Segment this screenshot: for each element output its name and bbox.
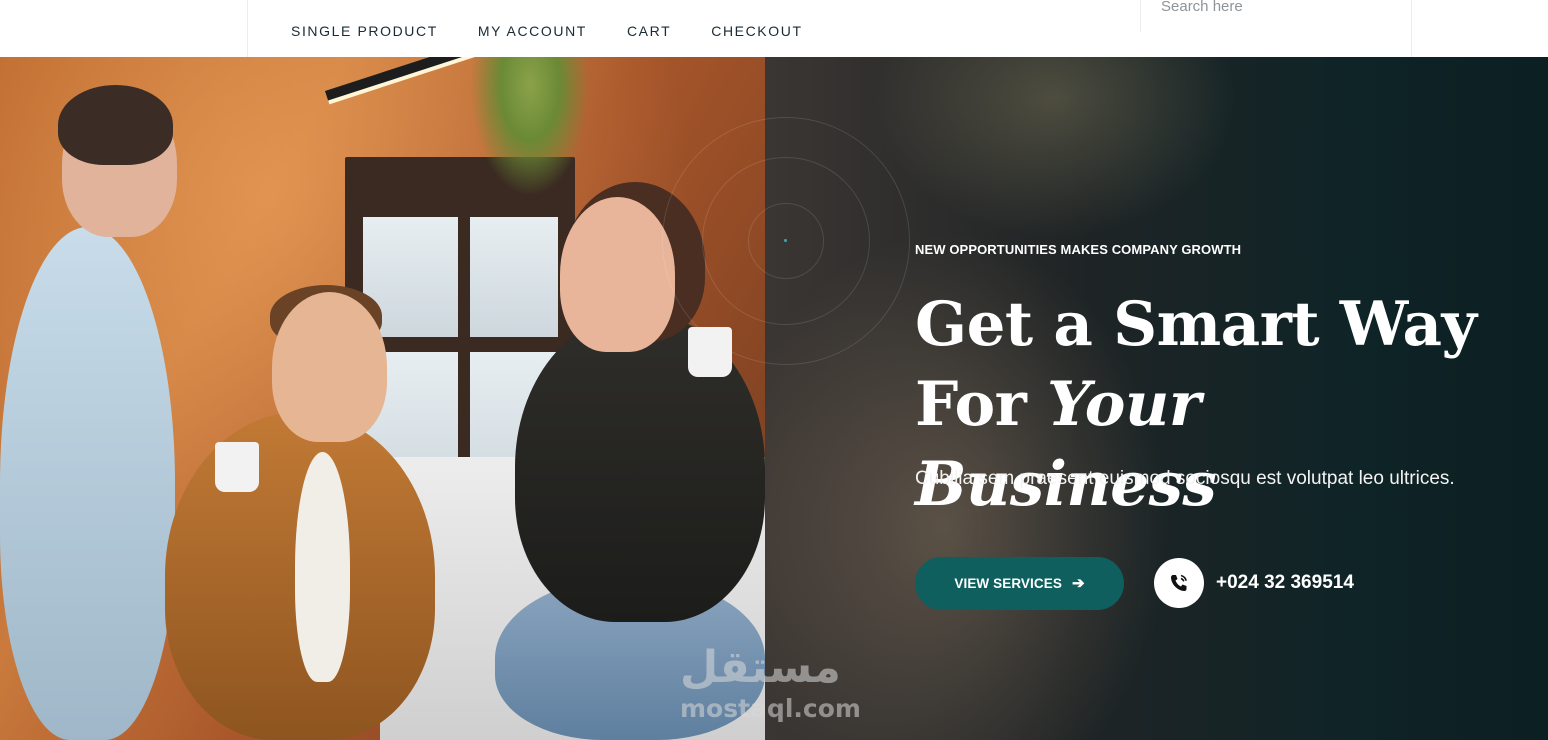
nav-item-single-product[interactable]: SINGLE PRODUCT bbox=[291, 22, 438, 40]
person-left-body bbox=[0, 227, 175, 740]
nav-item-cart[interactable]: CART bbox=[627, 22, 671, 40]
hanging-plant bbox=[470, 57, 590, 197]
nav-item-my-account[interactable]: MY ACCOUNT bbox=[478, 22, 587, 40]
headline-line-2-prefix: For bbox=[915, 369, 1027, 440]
arrow-right-icon: ➔ bbox=[1071, 575, 1085, 592]
phone-icon bbox=[1154, 558, 1204, 608]
nav-divider bbox=[247, 0, 248, 57]
mostaql-watermark: مستقل mostaql.com bbox=[678, 642, 878, 732]
watermark-arabic: مستقل bbox=[680, 642, 841, 693]
phone-contact[interactable]: +024 32 369514 bbox=[1154, 558, 1354, 608]
watermark-latin: mostaql.com bbox=[680, 694, 861, 723]
person-right-head bbox=[560, 197, 675, 352]
headline-line-1: Get a Smart Way bbox=[915, 289, 1477, 360]
decorative-dot bbox=[784, 239, 787, 242]
hero-section: NEW OPPORTUNITIES MAKES COMPANY GROWTH G… bbox=[0, 57, 1548, 740]
person-center-head bbox=[272, 292, 387, 442]
nav-divider bbox=[1411, 0, 1412, 57]
view-services-label: VIEW SERVICES bbox=[954, 576, 1062, 591]
main-nav: SINGLE PRODUCT MY ACCOUNT CART CHECKOUT bbox=[291, 22, 843, 40]
top-navigation-bar: SINGLE PRODUCT MY ACCOUNT CART CHECKOUT bbox=[0, 0, 1548, 57]
hero-tagline: NEW OPPORTUNITIES MAKES COMPANY GROWTH bbox=[915, 242, 1242, 257]
search-box bbox=[1140, 0, 1412, 32]
team-photo bbox=[0, 57, 765, 740]
coffee-cup bbox=[215, 442, 259, 492]
person-left-hair bbox=[58, 85, 173, 165]
nav-item-checkout[interactable]: CHECKOUT bbox=[711, 22, 802, 40]
search-input[interactable] bbox=[1161, 0, 1401, 18]
hero-subtitle: Cubilia sem praesent euismod sociosqu es… bbox=[915, 468, 1455, 489]
phone-number: +024 32 369514 bbox=[1216, 572, 1354, 593]
person-center-shirt bbox=[295, 452, 350, 682]
view-services-button[interactable]: VIEW SERVICES ➔ bbox=[915, 557, 1124, 610]
